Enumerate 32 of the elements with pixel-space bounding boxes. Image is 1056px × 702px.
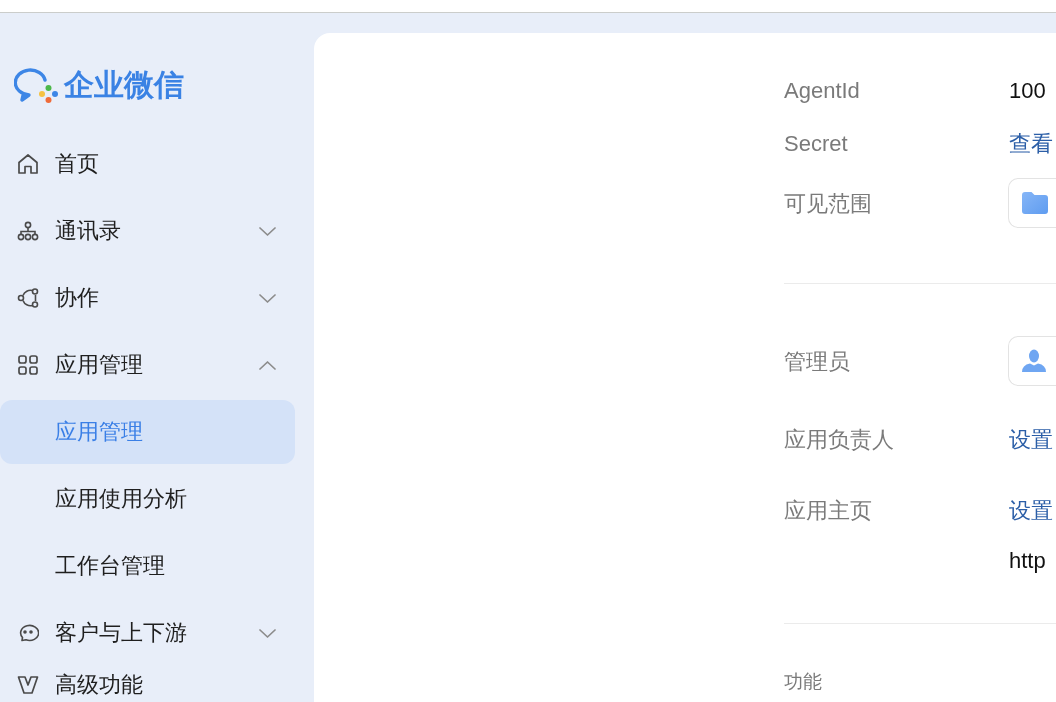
logo-icon — [14, 66, 59, 104]
menu-item[interactable]: 应用管理 — [0, 333, 295, 397]
member-picker[interactable] — [1008, 336, 1056, 386]
field-value: 100 — [1009, 76, 1046, 105]
folder-icon — [1022, 192, 1048, 214]
menu-item[interactable]: 客户与上下游 — [0, 601, 295, 665]
person-icon — [1022, 349, 1046, 373]
field-label: 可见范围 — [784, 189, 873, 218]
field-label: Secret — [784, 129, 849, 158]
menu-item[interactable]: 首页 — [0, 132, 295, 196]
logo-text: 企业微信 — [64, 67, 184, 103]
menu-item[interactable]: 通讯录 — [0, 199, 295, 263]
nodes-icon — [17, 287, 39, 309]
org-chart-icon — [17, 220, 39, 242]
text-link[interactable]: 设置 — [1009, 492, 1053, 528]
submenu-item[interactable]: 工作台管理 — [0, 534, 295, 598]
text-link[interactable]: 设置 — [1009, 421, 1053, 457]
field-label: 应用主页 — [784, 496, 873, 525]
field-label: 应用负责人 — [784, 425, 895, 454]
menu-item[interactable]: 高级功能 — [0, 668, 295, 702]
home-icon — [17, 153, 39, 175]
v-shape-icon — [17, 674, 39, 696]
field-label: AgentId — [784, 76, 861, 105]
menu-item[interactable]: 协作 — [0, 266, 295, 330]
url-text: http — [1009, 546, 1047, 575]
text-link[interactable]: 查看 — [1009, 125, 1053, 161]
chat-icon — [17, 622, 39, 644]
section-title: 功能 — [784, 670, 823, 694]
grid-icon — [17, 354, 39, 376]
submenu-item[interactable]: 应用使用分析 — [0, 467, 295, 531]
department-picker[interactable] — [1008, 178, 1056, 228]
field-label: 管理员 — [784, 347, 851, 376]
